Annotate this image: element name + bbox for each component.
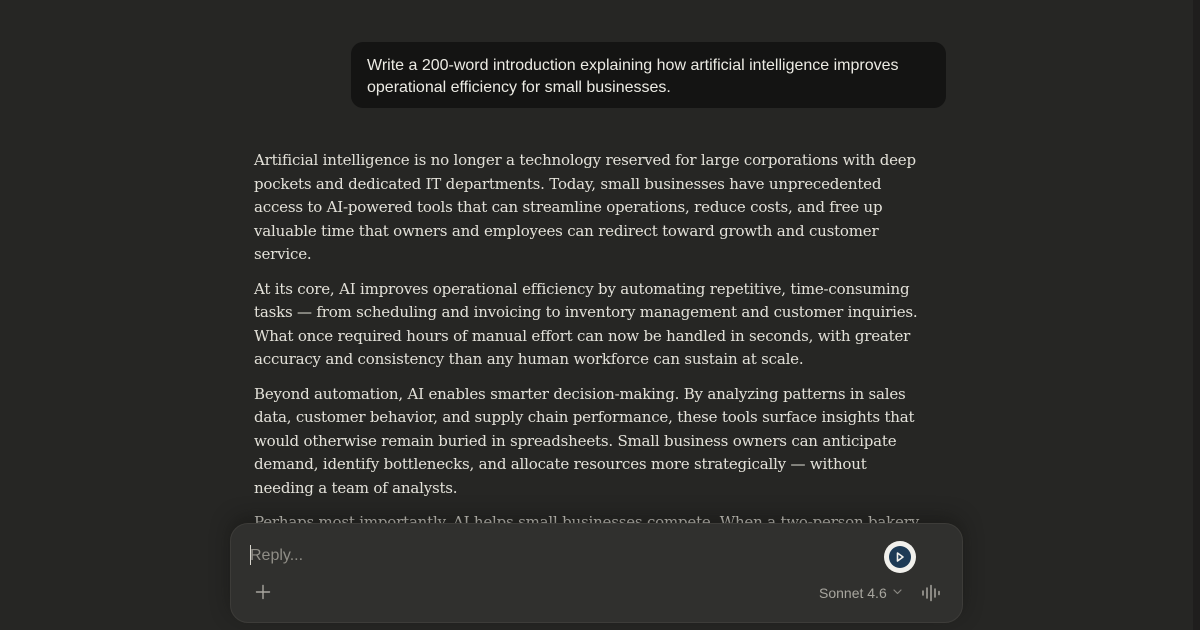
response-paragraph: At its core, AI improves operational eff… (254, 279, 918, 369)
response-paragraph: Artificial intelligence is no longer a t… (254, 151, 916, 263)
extension-icon (889, 546, 911, 568)
add-attachment-button[interactable] (253, 582, 273, 602)
composer: Sonnet 4.6 (230, 523, 963, 623)
user-message-bubble: Write a 200-word introduction explaining… (351, 42, 946, 108)
voice-waveform-icon (922, 584, 940, 602)
text-caret (250, 545, 251, 565)
extension-button[interactable] (884, 541, 916, 573)
response-paragraph: Beyond automation, AI enables smarter de… (254, 384, 915, 497)
voice-mode-button[interactable] (921, 584, 943, 602)
user-message-text: Write a 200-word introduction explaining… (367, 57, 899, 96)
chevron-down-icon (893, 588, 902, 598)
model-selector[interactable]: Sonnet 4.6 (819, 584, 902, 602)
model-label: Sonnet 4.6 (819, 585, 887, 601)
plus-icon (255, 584, 271, 600)
scrollbar-track[interactable] (1193, 0, 1200, 630)
reply-input[interactable] (250, 544, 850, 568)
